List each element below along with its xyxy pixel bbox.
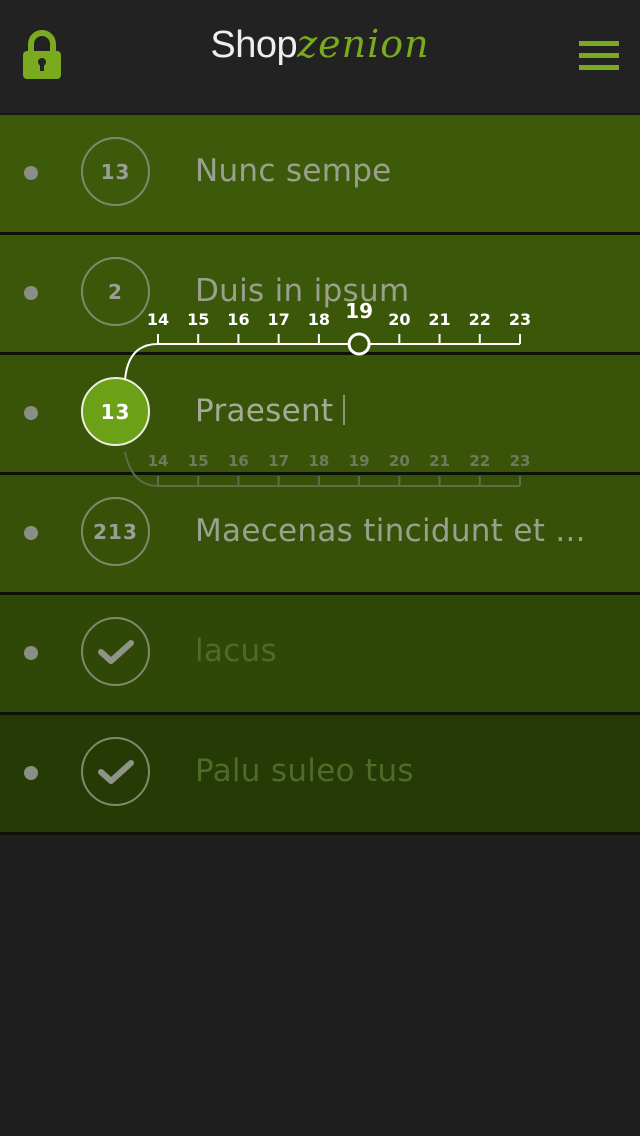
slider-ghost-tick-label: 22 [469,452,491,470]
slider-tick-label: 22 [468,310,491,329]
slider-selected-label: 19 [345,299,374,323]
slider-ghost-tick-label: 19 [348,452,370,470]
slider-tick-label: 16 [227,310,250,329]
slider-tick-label: 23 [508,310,532,329]
slider-ghost-tick-label: 20 [388,452,410,470]
slider-tick-label: 15 [187,310,210,329]
slider-ghost-tick-label: 17 [268,452,290,470]
slider-ghost-tick-label: 18 [308,452,330,470]
slider-tick-label: 17 [267,310,290,329]
slider-ghost-tick-label: 21 [429,452,450,470]
time-slider-graphic [124,332,521,487]
slider-ghost-tick-label: 23 [509,452,531,470]
slider-tick-label: 18 [307,310,331,329]
slider-connector [124,343,159,381]
slider-tick-label: 20 [388,310,411,329]
slider-handle[interactable] [347,332,371,356]
slider-tick-label: 21 [428,310,451,329]
slider-ghost-tick-label: 15 [187,452,209,470]
slider-ghost-tick-label: 14 [147,452,169,470]
time-slider[interactable]: 14 15 16 17 18 19 20 21 22 23 14 15 16 17 18 19 20 21 22 23 [0,0,640,1136]
slider-ghost-tick-label: 16 [228,452,249,470]
slider-tick-label: 14 [146,310,170,329]
